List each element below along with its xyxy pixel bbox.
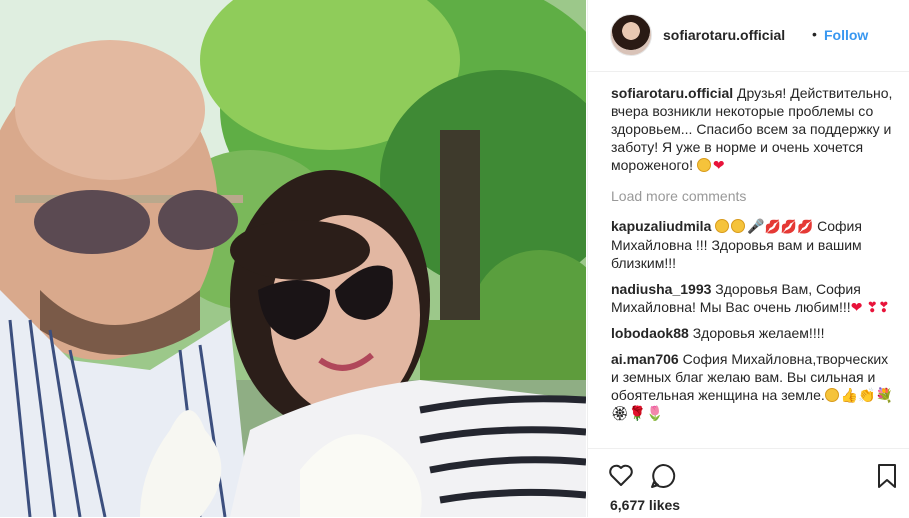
comment-text: Здоровья желаем!!!! xyxy=(692,325,825,341)
comment-item: ai.man706 София Михайловна,творческих и … xyxy=(611,350,896,422)
red-heart-emoji-icon: ❤ xyxy=(712,157,725,173)
load-more-comments-button[interactable]: Load more comments xyxy=(611,187,896,205)
smiling-face-emoji-icon xyxy=(715,219,730,233)
thumbs-up-emoji-icon: 👍 xyxy=(840,387,859,403)
white-flower-emoji-icon: 🏵 xyxy=(611,405,629,421)
avatar[interactable] xyxy=(610,14,652,56)
selfie-image xyxy=(0,0,586,517)
rose-emoji-icon: 🌹 xyxy=(628,405,647,421)
comment-username[interactable]: ai.man706 xyxy=(611,351,679,367)
smiling-face-emoji-icon xyxy=(824,388,839,402)
likes-count[interactable]: 6,677 likes xyxy=(610,497,680,513)
heart-emoji-icon: ❣❣ xyxy=(866,299,890,315)
kiss-lips-emoji-icon: 💋💋💋 xyxy=(764,219,814,234)
comment-item: lobodaok88 Здоровья желаем!!!! xyxy=(611,324,896,342)
post-photo[interactable] xyxy=(0,0,586,517)
comment-username[interactable]: nadiusha_1993 xyxy=(611,281,711,297)
comment-item: nadiusha_1993 Здоровья Вам, София Михайл… xyxy=(611,280,896,316)
comments-section: sofiarotaru.official Друзья! Действитель… xyxy=(611,84,896,430)
comment-item: kapuzaliudmila 🎤💋💋💋 София Михайловна !!!… xyxy=(611,217,896,272)
header-separator: • xyxy=(812,26,817,42)
caption-username[interactable]: sofiarotaru.official xyxy=(611,85,733,101)
bouquet-emoji-icon: 💐 xyxy=(875,387,894,403)
tulip-emoji-icon: 🌷 xyxy=(646,405,664,421)
comment-icon[interactable] xyxy=(650,463,676,489)
heart-emoji-icon: ❤ xyxy=(850,299,863,315)
smiling-face-emoji-icon xyxy=(731,219,746,233)
author-username[interactable]: sofiarotaru.official xyxy=(663,27,785,43)
bookmark-icon[interactable] xyxy=(876,463,898,489)
post-header: sofiarotaru.official • Follow xyxy=(588,0,909,72)
comment-username[interactable]: kapuzaliudmila xyxy=(611,218,711,234)
clapping-hands-emoji-icon: 👏 xyxy=(858,387,876,403)
microphone-emoji-icon: 🎤 xyxy=(747,218,765,234)
caption: sofiarotaru.official Друзья! Действитель… xyxy=(611,84,896,174)
tongue-face-emoji-icon xyxy=(696,158,711,172)
comment-username[interactable]: lobodaok88 xyxy=(611,325,689,341)
follow-button[interactable]: Follow xyxy=(824,27,868,43)
heart-icon[interactable] xyxy=(608,463,634,487)
post-side-panel: sofiarotaru.official • Follow sofiarotar… xyxy=(587,0,909,517)
